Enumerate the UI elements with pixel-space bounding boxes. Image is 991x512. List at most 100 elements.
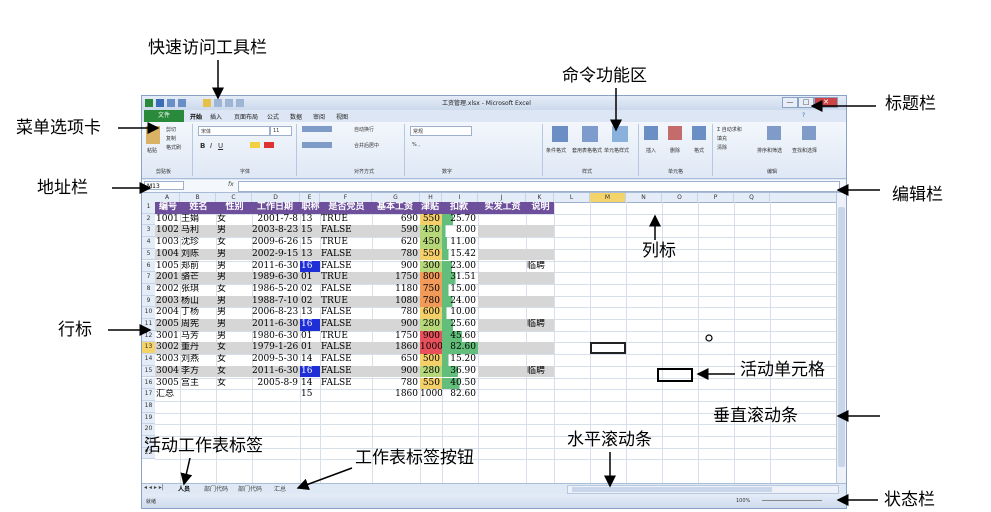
table-cell[interactable]: 临聘 — [526, 261, 554, 273]
table-cell[interactable]: 13 — [300, 248, 320, 261]
table-cell[interactable]: 2009-6-26 — [252, 237, 300, 249]
align-row2-icon[interactable] — [302, 142, 332, 148]
table-cell[interactable]: 1001 — [155, 214, 180, 226]
minimize-button[interactable]: — — [782, 97, 798, 108]
table-cell[interactable]: 2002 — [155, 284, 180, 296]
table-cell[interactable]: TRUE — [320, 214, 372, 226]
row-header[interactable]: 8 — [142, 283, 155, 296]
table-cell[interactable]: 男 — [216, 272, 252, 284]
wrap-text-button[interactable]: 自动换行 — [354, 126, 374, 133]
table-cell[interactable]: 马利 — [180, 225, 216, 238]
table-cell[interactable]: 1180 — [372, 284, 420, 296]
table-cell[interactable]: 王娟 — [180, 214, 216, 226]
table-cell[interactable]: 男 — [216, 295, 252, 308]
row-header[interactable]: 3 — [142, 225, 155, 238]
tab-review[interactable]: 审阅 — [313, 112, 325, 121]
row-header[interactable]: 17 — [142, 389, 155, 401]
column-header[interactable]: G — [372, 193, 420, 202]
table-cell[interactable]: 1750 — [372, 331, 420, 343]
print-icon[interactable] — [214, 99, 222, 107]
table-cell[interactable] — [478, 284, 526, 296]
underline-button[interactable]: U — [218, 142, 223, 150]
table-cell[interactable]: 1860 — [372, 342, 420, 355]
table-cell[interactable]: 800 — [420, 272, 442, 284]
conditional-format-icon[interactable] — [552, 126, 568, 142]
tab-view[interactable]: 视图 — [336, 112, 348, 121]
row-header[interactable]: 9 — [142, 295, 155, 308]
tab-insert[interactable]: 插入 — [210, 112, 222, 121]
vertical-scroll-thumb[interactable] — [838, 207, 845, 467]
table-cell[interactable]: FALSE — [320, 378, 372, 390]
table-cell[interactable]: 1989-6-30 — [252, 272, 300, 284]
table-cell[interactable]: 女 — [216, 365, 252, 378]
table-cell[interactable]: 男 — [216, 307, 252, 319]
row-header[interactable]: 5 — [142, 248, 155, 261]
column-header[interactable]: L — [554, 193, 590, 202]
table-cell[interactable]: FALSE — [320, 284, 372, 296]
table-cell[interactable]: 550 — [420, 213, 442, 226]
column-header[interactable]: C — [216, 193, 252, 202]
table-cell[interactable]: 14 — [300, 354, 320, 366]
table-cell[interactable]: 450 — [420, 225, 442, 238]
table-cell[interactable]: 280 — [420, 319, 442, 331]
bold-button[interactable]: B — [200, 142, 205, 150]
tab-page-layout[interactable]: 页面布局 — [234, 112, 258, 121]
customize-qat-icon[interactable] — [236, 99, 244, 107]
horizontal-scroll-thumb[interactable] — [572, 487, 772, 492]
delete-cells-icon[interactable] — [668, 126, 682, 140]
table-cell[interactable]: 16 — [300, 319, 320, 331]
table-cell[interactable]: 汇总 — [155, 389, 180, 401]
table-cell[interactable]: 2005 — [155, 319, 180, 331]
paste-icon[interactable] — [146, 126, 160, 144]
column-header[interactable]: B — [180, 193, 216, 202]
table-cell[interactable] — [478, 331, 526, 343]
table-cell[interactable]: 1860 — [372, 389, 420, 401]
table-cell[interactable] — [526, 295, 554, 308]
table-cell[interactable]: 3005 — [155, 378, 180, 390]
row-header[interactable]: 7 — [142, 272, 155, 284]
table-cell[interactable]: 1003 — [155, 237, 180, 249]
table-cell[interactable]: 3002 — [155, 342, 180, 355]
table-cell[interactable] — [526, 389, 554, 401]
table-cell[interactable]: 李方 — [180, 365, 216, 378]
table-header-cell[interactable]: 职称 — [300, 202, 320, 214]
cut-button[interactable]: 剪切 — [166, 126, 176, 133]
table-cell[interactable]: 1000 — [420, 389, 442, 401]
table-cell[interactable] — [526, 378, 554, 390]
formula-input[interactable] — [238, 181, 840, 192]
table-cell[interactable]: TRUE — [320, 237, 372, 249]
table-cell[interactable]: FALSE — [320, 354, 372, 366]
table-cell[interactable] — [526, 354, 554, 366]
row-header[interactable]: 19 — [142, 412, 155, 425]
table-cell[interactable]: 500 — [420, 354, 442, 366]
sheet-tab[interactable]: 汇总 — [274, 484, 286, 493]
font-color-icon[interactable] — [264, 142, 274, 148]
table-cell[interactable]: 2005-8-9 — [252, 378, 300, 390]
table-cell[interactable]: FALSE — [320, 248, 372, 261]
table-cell[interactable]: 女 — [216, 342, 252, 355]
table-cell[interactable]: 沈珍 — [180, 237, 216, 249]
align-icon[interactable] — [302, 126, 332, 132]
table-format-icon[interactable] — [582, 126, 598, 142]
italic-button[interactable]: I — [210, 142, 212, 150]
sort-filter-icon[interactable] — [767, 126, 781, 140]
column-header[interactable]: K — [526, 193, 554, 202]
table-cell[interactable]: FALSE — [320, 319, 372, 331]
table-cell[interactable]: 宫主 — [180, 378, 216, 390]
table-cell[interactable]: 01 — [300, 331, 320, 343]
column-header[interactable]: J — [478, 193, 526, 202]
table-header-cell[interactable]: 工作日期 — [252, 202, 300, 214]
table-cell[interactable]: 31.51 — [442, 272, 478, 284]
table-cell[interactable]: 780 — [372, 248, 420, 261]
autosum-button[interactable]: Σ 自动求和 — [717, 126, 742, 133]
format-cells-icon[interactable] — [692, 126, 706, 140]
table-cell[interactable]: 1979-1-26 — [252, 342, 300, 355]
sheet-tab[interactable]: 部门代码 — [204, 484, 228, 493]
table-cell[interactable] — [526, 237, 554, 249]
table-cell[interactable] — [478, 225, 526, 238]
table-cell[interactable]: 300 — [420, 260, 442, 273]
table-cell[interactable]: 450 — [420, 237, 442, 249]
table-cell[interactable]: 15.20 — [442, 354, 478, 366]
table-cell[interactable]: 24.00 — [442, 295, 478, 308]
table-cell[interactable]: 2002-9-15 — [252, 248, 300, 261]
